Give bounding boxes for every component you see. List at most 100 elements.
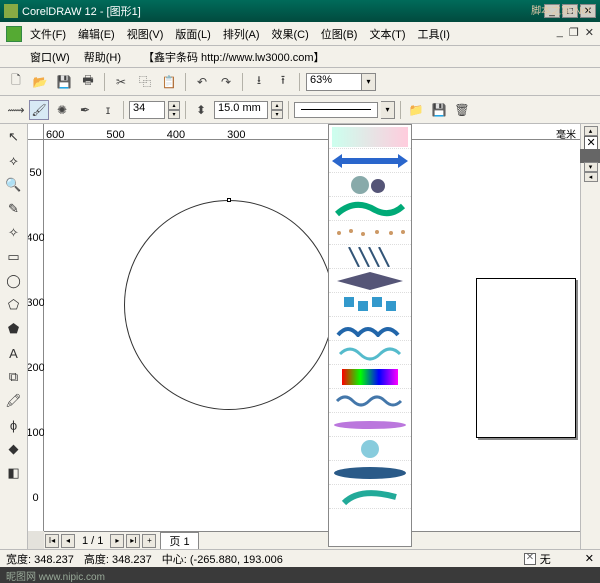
brush-preset-waves[interactable]: [329, 389, 411, 413]
menu-bitmap[interactable]: 位图(B): [321, 26, 358, 42]
statusbar: 宽度: 348.237 高度: 348.237 中心: (-265.880, 1…: [0, 549, 600, 567]
smoothing-field[interactable]: 34: [129, 101, 165, 119]
status-height: 高度: 348.237: [84, 551, 152, 567]
close-x-icon[interactable]: ✕: [585, 552, 594, 565]
zoom-tool[interactable]: 🔍: [3, 174, 25, 196]
rectangle-tool[interactable]: ▭: [3, 246, 25, 268]
calligraphy-icon[interactable]: ✒: [75, 100, 95, 120]
width-spin[interactable]: ▴▾: [271, 101, 283, 119]
redo-icon[interactable]: ↷: [216, 72, 236, 92]
freehand-tool[interactable]: ✎: [3, 198, 25, 220]
palette-up[interactable]: ▴: [584, 126, 598, 136]
export-icon[interactable]: ⭱: [273, 72, 293, 92]
brush-stroke-dropdown-panel[interactable]: [328, 124, 412, 547]
property-bar: ⟿ 🖌 ✺ ✒ ɪ 34 ▴▾ ⬍ 15.0 mm ▴▾ ▾ 📁 💾 🗑: [0, 96, 600, 124]
barcode-link[interactable]: 【鑫宇条码 http://www.lw3000.com】: [143, 49, 325, 65]
first-page-button[interactable]: I◂: [45, 534, 59, 548]
canvas-area[interactable]: 600 500 400 300 50 400 300 200 100 0 毫米 …: [28, 124, 580, 549]
app-icon: [4, 4, 18, 18]
fill-tool[interactable]: ◆: [3, 438, 25, 460]
brush-preset-spheres[interactable]: [329, 173, 411, 197]
brush-preset-confetti[interactable]: [329, 221, 411, 245]
outline-tool[interactable]: ϕ: [3, 414, 25, 436]
ruler-origin[interactable]: [28, 124, 44, 140]
brush-preset-gradient-sky[interactable]: [329, 125, 411, 149]
standard-toolbar: 🗋 📂 💾 🖶 ✂ ⿻ 📋 ↶ ↷ ⭳ ⭱ 63% ▾: [0, 68, 600, 96]
mdi-close[interactable]: ✕: [585, 26, 594, 39]
menu-file[interactable]: 文件(F): [30, 26, 66, 42]
menu-text[interactable]: 文本(T): [369, 26, 405, 42]
pick-tool[interactable]: ↖: [3, 126, 25, 148]
shape-handle[interactable]: [227, 198, 231, 202]
color-palette: ▴ ✕ ▾ ◂: [580, 124, 600, 549]
shape-tool[interactable]: ⟡: [3, 150, 25, 172]
copy-icon[interactable]: ⿻: [135, 72, 155, 92]
ellipse-tool[interactable]: ◯: [3, 270, 25, 292]
menu-layout[interactable]: 版面(L): [175, 26, 210, 42]
add-page-button[interactable]: +: [142, 534, 156, 548]
open-icon[interactable]: 📂: [30, 72, 50, 92]
text-tool[interactable]: A: [3, 342, 25, 364]
palette-down[interactable]: ▾: [584, 162, 598, 172]
ruler-horizontal[interactable]: 600 500 400 300: [44, 124, 580, 140]
ruler-vertical[interactable]: 50 400 300 200 100 0: [28, 140, 44, 531]
spray-icon[interactable]: ✺: [52, 100, 72, 120]
pressure-icon[interactable]: ɪ: [98, 100, 118, 120]
menu-window[interactable]: 窗口(W): [30, 49, 70, 65]
stroke-dropdown[interactable]: ▾: [381, 101, 395, 119]
page-tab[interactable]: 页 1: [160, 532, 198, 550]
ellipse-object[interactable]: [124, 200, 334, 410]
save-icon[interactable]: 💾: [54, 72, 74, 92]
palette-flyout[interactable]: ◂: [584, 172, 598, 182]
prev-page-button[interactable]: ◂: [61, 534, 75, 548]
browse-icon[interactable]: 📁: [406, 100, 426, 120]
smartdraw-tool[interactable]: ✧: [3, 222, 25, 244]
undo-icon[interactable]: ↶: [192, 72, 212, 92]
blend-tool[interactable]: ⧉: [3, 366, 25, 388]
paste-icon[interactable]: 📋: [159, 72, 179, 92]
width-field[interactable]: 15.0 mm: [214, 101, 268, 119]
drawing-surface[interactable]: [44, 140, 580, 531]
brush-preset-splash[interactable]: [329, 197, 411, 221]
watermark-top: 脚本之家·Net: [531, 2, 590, 17]
save-stroke-icon[interactable]: 💾: [429, 100, 449, 120]
eyedropper-tool[interactable]: 🖍: [3, 390, 25, 412]
import-icon[interactable]: ⭳: [249, 72, 269, 92]
brush-preset-spectrum[interactable]: [329, 365, 411, 389]
no-color-swatch[interactable]: ✕: [584, 136, 598, 150]
brush-preset-brush-leaf[interactable]: [329, 461, 411, 485]
zoom-field[interactable]: 63%: [306, 73, 362, 91]
brush-preset-brush-tail[interactable]: [329, 485, 411, 509]
menu-help[interactable]: 帮助(H): [84, 49, 121, 65]
brush-preset-squares[interactable]: [329, 293, 411, 317]
brush-preset-scribble[interactable]: [329, 341, 411, 365]
cut-icon[interactable]: ✂: [111, 72, 131, 92]
last-page-button[interactable]: ▸I: [126, 534, 140, 548]
menu-edit[interactable]: 编辑(E): [78, 26, 115, 42]
next-page-button[interactable]: ▸: [110, 534, 124, 548]
brush-preset-droplet[interactable]: [329, 437, 411, 461]
brush-preset-scallop[interactable]: [329, 317, 411, 341]
menu-effects[interactable]: 效果(C): [272, 26, 309, 42]
mdi-min[interactable]: _: [557, 26, 563, 39]
interactivefill-tool[interactable]: ◧: [3, 462, 25, 484]
basicshape-tool[interactable]: ⬟: [3, 318, 25, 340]
brush-preset-triangles[interactable]: [329, 269, 411, 293]
delete-stroke-icon[interactable]: 🗑: [452, 100, 472, 120]
brush-preset-arrow-biDir[interactable]: [329, 149, 411, 173]
menu-tools[interactable]: 工具(I): [418, 26, 450, 42]
brush-mode-2-icon[interactable]: 🖌: [29, 100, 49, 120]
print-icon[interactable]: 🖶: [78, 72, 98, 92]
brush-preset-crosshatch[interactable]: [329, 245, 411, 269]
menu-view[interactable]: 视图(V): [127, 26, 164, 42]
stroke-preview[interactable]: [294, 102, 378, 118]
zoom-dropdown[interactable]: ▾: [362, 73, 376, 91]
brush-mode-1-icon[interactable]: ⟿: [6, 100, 26, 120]
new-icon[interactable]: 🗋: [6, 72, 26, 92]
fill-indicator[interactable]: [524, 553, 536, 565]
mdi-restore[interactable]: ❐: [569, 26, 579, 39]
menu-arrange[interactable]: 排列(A): [223, 26, 260, 42]
smoothing-spin[interactable]: ▴▾: [168, 101, 180, 119]
brush-preset-streak[interactable]: [329, 413, 411, 437]
polygon-tool[interactable]: ⬠: [3, 294, 25, 316]
